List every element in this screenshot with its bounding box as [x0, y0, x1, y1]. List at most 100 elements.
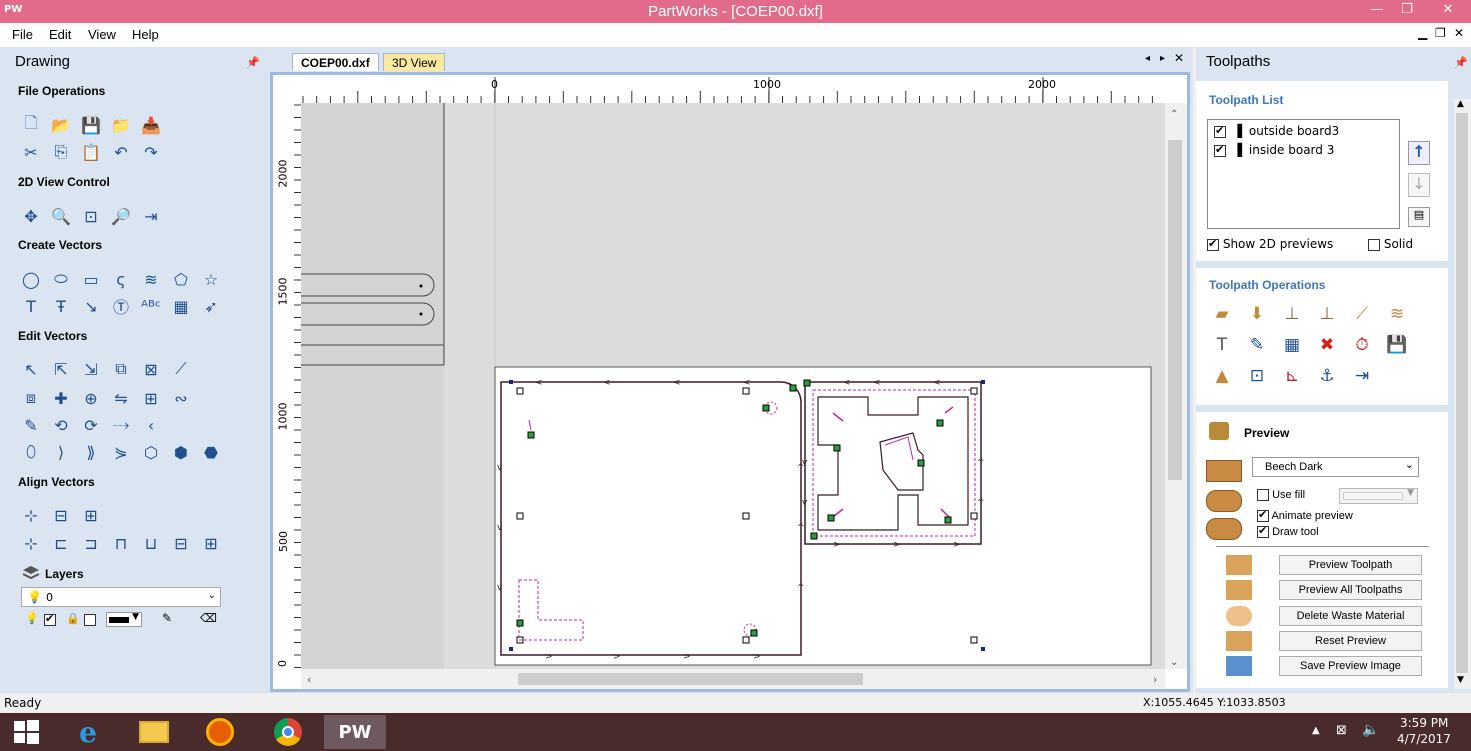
- open-folder-icon[interactable]: 📁: [110, 114, 132, 136]
- maximize-button[interactable]: ❐: [1392, 0, 1422, 23]
- set-origin-icon[interactable]: ⇥: [140, 205, 162, 227]
- tab-icon[interactable]: ⟩: [50, 441, 72, 463]
- mirror-icon[interactable]: ⇋: [110, 387, 132, 409]
- layer-properties-icon[interactable]: ✎: [162, 611, 172, 625]
- polyline-icon[interactable]: ς: [110, 268, 132, 290]
- paste-icon[interactable]: 📋: [80, 141, 102, 163]
- save-icon[interactable]: 💾: [80, 114, 102, 136]
- close-vector-icon[interactable]: ⬣: [200, 441, 222, 463]
- text-box-icon[interactable]: Ŧ: [50, 295, 72, 317]
- anchor-icon[interactable]: ⚓: [1314, 366, 1340, 390]
- align-right-icon[interactable]: ⊐: [80, 532, 102, 554]
- pin-icon[interactable]: 📌: [1454, 56, 1468, 69]
- menu-file[interactable]: File: [12, 27, 33, 42]
- delete-waste-material-button[interactable]: Delete Waste Material: [1279, 606, 1422, 626]
- layer-select[interactable]: 💡 0 ⌄: [21, 587, 221, 607]
- group-icon[interactable]: ⧉: [110, 358, 132, 380]
- measure-icon[interactable]: ⟋: [170, 358, 192, 380]
- align-hcenter-icon[interactable]: ⊟: [50, 504, 72, 526]
- node-edit-icon[interactable]: ⇱: [50, 358, 72, 380]
- ungroup-icon[interactable]: ⊠: [140, 358, 162, 380]
- fillet-icon[interactable]: ⟲: [50, 414, 72, 436]
- new-file-icon[interactable]: 🗋: [20, 113, 42, 136]
- preview-all-toolpaths-button[interactable]: Preview All Toolpaths: [1279, 580, 1422, 600]
- move-up-button[interactable]: ↑: [1408, 141, 1430, 165]
- partworks-taskbar-button[interactable]: PW: [324, 715, 386, 749]
- redo-icon[interactable]: ↷: [140, 141, 162, 163]
- animate-preview-option[interactable]: Animate preview: [1257, 508, 1353, 523]
- clock-time[interactable]: 3:59 PM: [1400, 716, 1448, 730]
- extend-icon[interactable]: ⤏: [110, 414, 132, 436]
- undo-icon[interactable]: ↶: [110, 141, 132, 163]
- pocket-icon[interactable]: ⬇: [1244, 304, 1270, 328]
- mdi-restore-button[interactable]: ❐: [1435, 26, 1446, 40]
- align-vcenter-icon[interactable]: ⊞: [80, 504, 102, 526]
- vcarve-icon[interactable]: ⊥: [1314, 304, 1340, 328]
- preview-toolpath-button[interactable]: Preview Toolpath: [1279, 555, 1422, 575]
- use-fill-option[interactable]: Use fill: [1257, 489, 1305, 502]
- nest-icon[interactable]: ⊞: [140, 387, 162, 409]
- tab-3d-view[interactable]: 3D View: [383, 53, 446, 71]
- weld-icon[interactable]: ⧈: [20, 387, 42, 409]
- layer-color-picker[interactable]: ▼: [106, 612, 142, 627]
- tab-coep00[interactable]: COEP00.dxf: [292, 53, 379, 71]
- offset-icon[interactable]: ➶: [200, 295, 222, 317]
- show-hidden-icons-icon[interactable]: ▲: [1312, 725, 1320, 736]
- windows-start-icon[interactable]: [2, 715, 50, 749]
- file-explorer-icon[interactable]: [130, 715, 178, 749]
- toolpath-listbox[interactable]: ▐ outside board3 ▐ inside board 3: [1207, 119, 1400, 229]
- show-2d-checkbox[interactable]: [1207, 237, 1219, 251]
- mdi-minimize-button[interactable]: ▁: [1418, 26, 1427, 40]
- drawing-canvas[interactable]: < < < < > > > > vvv ^ ^ ^ < < < > > > vv ^ ^: [270, 72, 1190, 692]
- bridge-icon[interactable]: ⟫: [80, 441, 102, 463]
- import-icon[interactable]: 📥: [140, 114, 162, 136]
- fluting-icon[interactable]: ⟋: [1349, 304, 1375, 328]
- transform-icon[interactable]: ⇲: [80, 358, 102, 380]
- chrome-icon[interactable]: [264, 715, 312, 749]
- drill-icon[interactable]: ⊥: [1279, 304, 1305, 328]
- layer-visible-icon[interactable]: 💡: [25, 612, 39, 625]
- menu-help[interactable]: Help: [132, 27, 159, 42]
- layer-lock-checkbox[interactable]: [84, 614, 96, 626]
- copy-icon[interactable]: ⎘: [50, 141, 72, 163]
- circle-icon[interactable]: ◯: [20, 268, 42, 290]
- edit-toolpath-icon[interactable]: ✎: [1244, 335, 1270, 359]
- axis-icon[interactable]: ⊾: [1279, 366, 1305, 390]
- align-bottom-icon[interactable]: ⊔: [140, 532, 162, 554]
- layer-checkbox[interactable]: [44, 612, 56, 626]
- tab-close-icon[interactable]: ✕: [1174, 51, 1184, 65]
- material-select[interactable]: Beech Dark ⌄: [1252, 457, 1419, 477]
- cut-icon[interactable]: ✂: [20, 141, 42, 163]
- show-2d-previews-option[interactable]: Show 2D previews: [1207, 237, 1333, 251]
- toolpath-checkbox[interactable]: [1214, 124, 1226, 138]
- text-path-icon[interactable]: ↘: [80, 295, 102, 317]
- align-left-icon[interactable]: ⊏: [50, 532, 72, 554]
- fill-color-select[interactable]: ▼: [1339, 488, 1418, 504]
- zoom-box-icon[interactable]: 🔎: [110, 205, 132, 227]
- reset-preview-button[interactable]: Reset Preview: [1279, 631, 1422, 651]
- break-icon[interactable]: ‹: [140, 414, 162, 436]
- align-top-icon[interactable]: ⊓: [110, 532, 132, 554]
- ellipse-icon[interactable]: ⬭: [50, 268, 72, 290]
- delete-toolpath-icon[interactable]: ✖: [1314, 335, 1340, 359]
- solid-checkbox[interactable]: [1368, 238, 1380, 251]
- dogbone-icon[interactable]: ⬯: [20, 441, 42, 463]
- open-file-icon[interactable]: 📂: [50, 114, 72, 136]
- zoom-extents-icon[interactable]: ⊡: [80, 205, 102, 227]
- clock-date[interactable]: 4/7/2017: [1397, 732, 1451, 746]
- join-icon[interactable]: ∾: [170, 387, 192, 409]
- volume-icon[interactable]: 🔈: [1362, 722, 1379, 738]
- intersect-icon[interactable]: ⊕: [80, 387, 102, 409]
- minimize-button[interactable]: —: [1362, 0, 1392, 23]
- firefox-icon[interactable]: [196, 715, 244, 749]
- draw-tool-checkbox[interactable]: [1257, 524, 1269, 539]
- move-down-button[interactable]: ↓: [1408, 173, 1430, 197]
- mdi-close-button[interactable]: ✕: [1454, 26, 1464, 40]
- toolpath-summary-button[interactable]: ▤: [1408, 207, 1430, 227]
- solid-option[interactable]: Solid: [1368, 237, 1413, 251]
- curve-icon[interactable]: ≋: [140, 268, 162, 290]
- menu-edit[interactable]: Edit: [49, 27, 71, 42]
- use-fill-checkbox[interactable]: [1257, 489, 1269, 502]
- timer-icon[interactable]: ⏱: [1349, 335, 1375, 359]
- text-arc-icon[interactable]: ᴬᴮᶜ: [140, 295, 162, 317]
